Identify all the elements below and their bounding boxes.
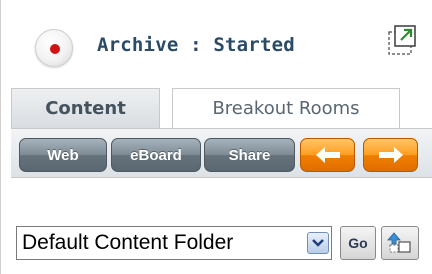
chevron-down-icon[interactable] [307,232,329,254]
record-dot-icon [50,44,60,54]
back-button[interactable] [300,138,355,172]
upload-folder-button[interactable] [381,226,419,260]
content-panel: Archive : Started Content Breakout Rooms… [0,0,432,274]
web-button[interactable]: Web [19,138,107,172]
record-button[interactable] [35,29,73,67]
arrow-right-icon [378,147,403,163]
folder-selected-value: Default Content Folder [22,231,234,254]
tab-breakout-rooms[interactable]: Breakout Rooms [172,88,400,128]
arrow-left-icon [315,147,340,163]
folder-row: Default Content Folder Go [1,178,432,274]
content-tabs: Content Breakout Rooms [1,86,432,128]
tab-content[interactable]: Content [11,88,160,128]
forward-button[interactable] [363,138,418,172]
eboard-button[interactable]: eBoard [111,138,201,172]
share-button[interactable]: Share [204,138,295,172]
archive-header: Archive : Started [1,0,432,86]
popout-window-icon[interactable] [387,24,417,56]
go-button[interactable]: Go [340,226,376,260]
content-folder-select[interactable]: Default Content Folder [16,226,332,260]
upload-folder-icon [387,232,411,253]
archive-status: Archive : Started [97,34,295,56]
content-toolbar: Web eBoard Share [11,128,432,178]
